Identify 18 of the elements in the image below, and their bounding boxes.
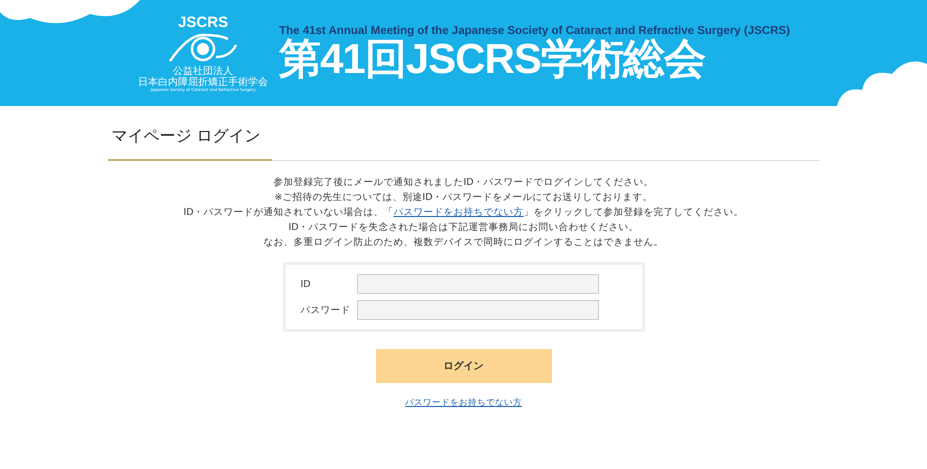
instruction-text: ※ご招待の先生については、別途ID・パスワードをメールにてお送りしております。 — [274, 192, 653, 204]
page-title: マイページ ログイン — [108, 126, 272, 161]
instruction-text: 参加登録完了後にメールで通知されましたID・パスワードでログインしてください。 — [273, 177, 654, 189]
logo-text: JSCRS — [178, 14, 228, 30]
org-name-text: 日本白内障屈折矯正手術学会 — [138, 76, 268, 88]
field-label: パスワード — [300, 304, 352, 316]
input-field[interactable] — [356, 300, 598, 320]
instruction-text: ID・パスワードを失念された場合は下記運営事務局にお問い合わせください。 — [288, 222, 639, 234]
password-link[interactable]: パスワードをお持ちでない方 — [405, 398, 522, 408]
field-label: ID — [300, 278, 312, 290]
instruction-text: ID・パスワードが通知されていない場合は、「パスワードをお持ちでない方」をクリックして参加登録を完了してください。 — [183, 207, 744, 219]
input-field[interactable] — [356, 274, 598, 294]
login-button[interactable]: ログイン — [376, 349, 552, 383]
instruction-text: なお、多重ログイン防止のため、複数デバイスで同時にログインすることはできません。 — [264, 237, 664, 249]
password-link[interactable]: パスワードをお持ちでない方 — [394, 207, 524, 218]
meeting-title: 第41回JSCRS学術総会 — [279, 36, 706, 82]
org-type-text: 公益社団法人 — [173, 66, 234, 76]
meeting-subtitle: The 41st Annual Meeting of the Japanese Society of Cataract and Refractive Surgery (JSCRS) — [279, 24, 790, 37]
